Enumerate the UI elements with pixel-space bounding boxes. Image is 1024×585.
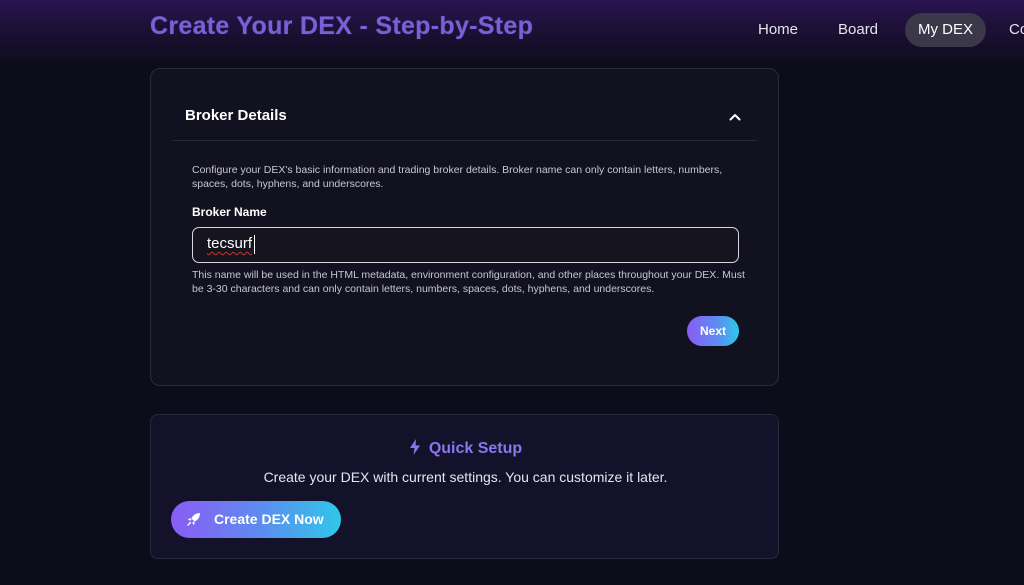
quick-setup-card: Quick Setup Create your DEX with current… [150, 414, 779, 559]
chevron-up-icon[interactable] [727, 109, 743, 125]
text-caret [254, 235, 255, 254]
broker-name-value: tecsurf [207, 235, 253, 252]
broker-name-label: Broker Name [192, 205, 267, 219]
broker-details-header[interactable]: Broker Details [172, 99, 757, 141]
rocket-icon [187, 513, 200, 526]
next-button[interactable]: Next [687, 316, 739, 346]
nav-item-my-dex[interactable]: My DEX [905, 13, 987, 47]
main-nav: Home Board My DEX Co [0, 13, 1024, 47]
lightning-icon [409, 439, 420, 455]
broker-details-description: Configure your DEX's basic information a… [192, 164, 723, 190]
quick-setup-title: Quick Setup [428, 440, 523, 457]
broker-details-card: Broker Details Configure your DEX's basi… [150, 68, 779, 386]
broker-details-title: Broker Details [185, 107, 287, 124]
nav-item-truncated[interactable]: Co [996, 13, 1024, 47]
nav-item-board[interactable]: Board [825, 13, 891, 47]
broker-name-input[interactable] [192, 227, 739, 263]
quick-setup-heading: Quick Setup [151, 439, 780, 458]
broker-name-hint: This name will be used in the HTML metad… [192, 269, 745, 295]
top-bar: Create Your DEX - Step-by-Step Home Boar… [0, 0, 1024, 62]
create-dex-now-button[interactable]: Create DEX Now [171, 501, 341, 538]
nav-item-home[interactable]: Home [745, 13, 811, 47]
quick-setup-description: Create your DEX with current settings. Y… [263, 469, 668, 485]
create-dex-now-label: Create DEX Now [214, 511, 324, 527]
